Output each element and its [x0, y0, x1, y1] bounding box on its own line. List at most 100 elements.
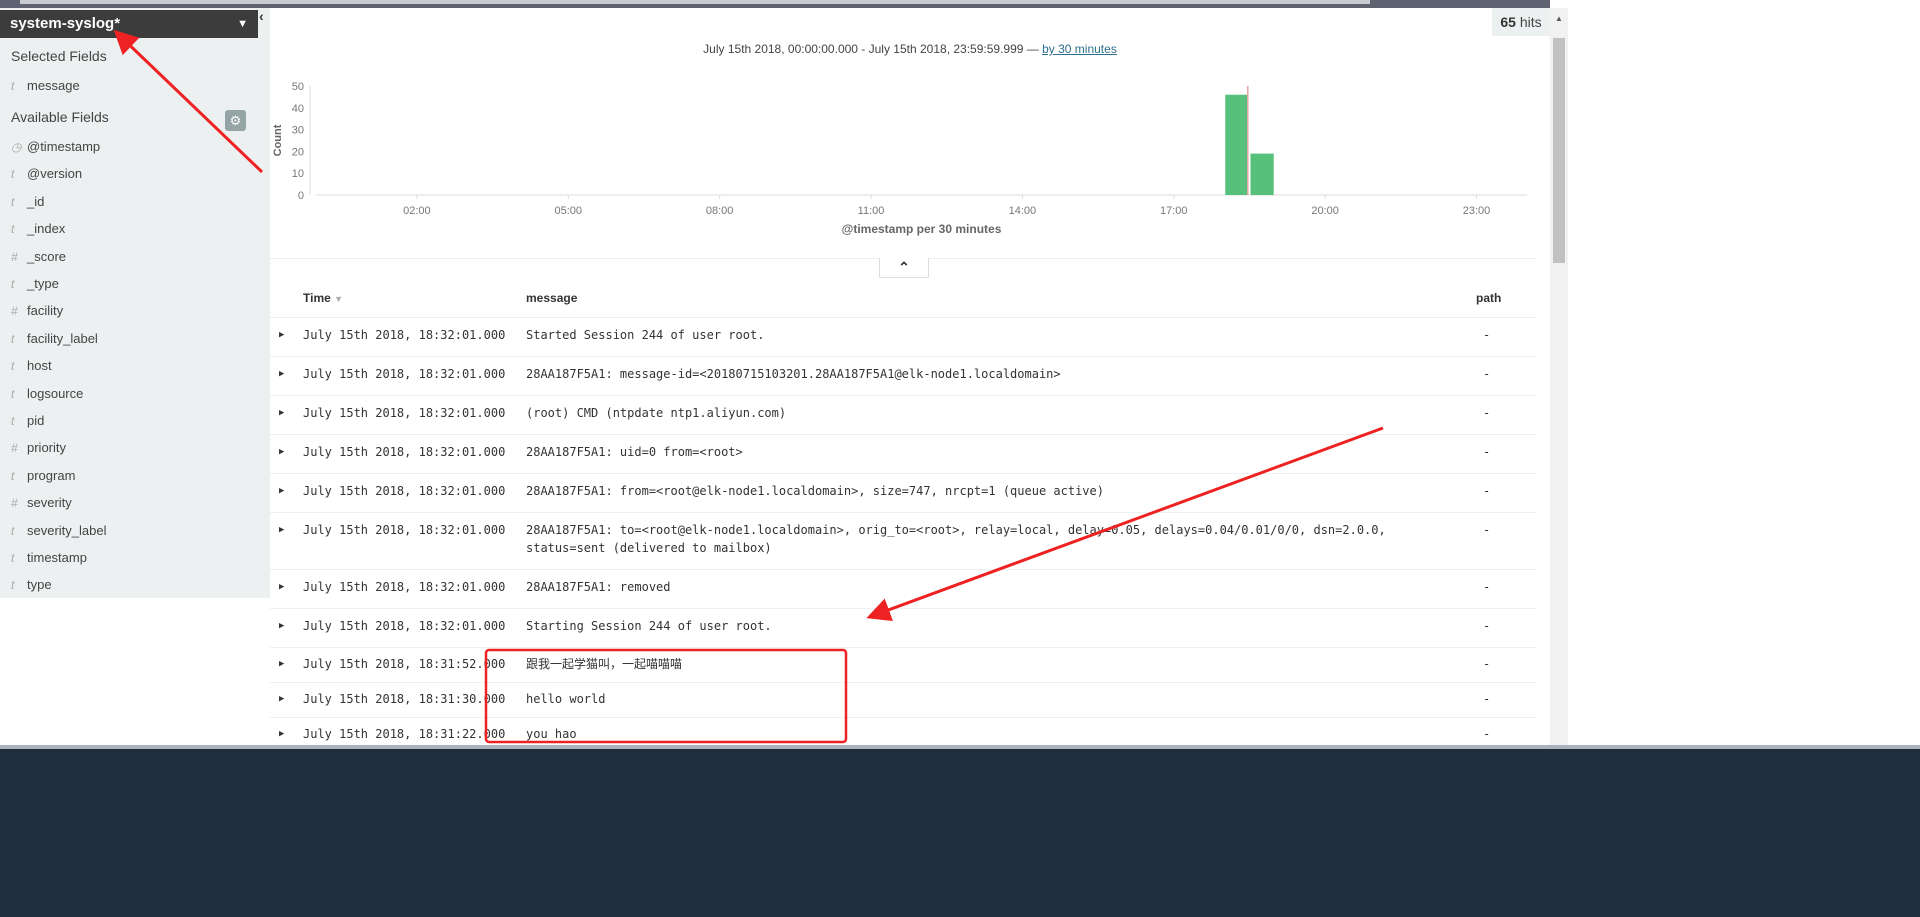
- table-row[interactable]: ▶ July 15th 2018, 18:32:01.000 28AA187F5…: [270, 473, 1536, 512]
- row-path: -: [1483, 523, 1491, 537]
- table-row[interactable]: ▶ July 15th 2018, 18:31:52.000 跟我一起学猫叫，一…: [270, 647, 1536, 682]
- field-type[interactable]: t _type: [11, 274, 59, 294]
- row-path: -: [1483, 580, 1491, 594]
- field-severity[interactable]: # severity: [11, 493, 72, 513]
- selected-fields-title: Selected Fields: [11, 48, 107, 64]
- number-type-icon: #: [11, 441, 18, 456]
- field-host[interactable]: t host: [11, 356, 52, 376]
- row-time: July 15th 2018, 18:32:01.000: [303, 484, 506, 498]
- field-score[interactable]: # _score: [11, 247, 66, 267]
- field-message[interactable]: t message: [11, 76, 80, 96]
- gear-icon[interactable]: ⚙: [225, 110, 246, 131]
- x-tick-label: 23:00: [1463, 205, 1491, 217]
- table-row[interactable]: ▶ July 15th 2018, 18:32:01.000 28AA187F5…: [270, 512, 1536, 569]
- y-tick-label: 0: [298, 190, 304, 202]
- row-message: you hao: [526, 727, 577, 741]
- expand-row-icon[interactable]: ▶: [279, 621, 284, 631]
- y-tick-label: 30: [292, 125, 304, 137]
- scrollbar[interactable]: ▲: [1550, 8, 1568, 745]
- table-row[interactable]: ▶ July 15th 2018, 18:32:01.000 Starting …: [270, 608, 1536, 647]
- column-header-time[interactable]: Time ▼: [303, 291, 343, 305]
- field-name: facility_label: [27, 330, 98, 346]
- table-row[interactable]: ▶ July 15th 2018, 18:32:01.000 28AA187F5…: [270, 569, 1536, 608]
- interval-link[interactable]: by 30 minutes: [1042, 42, 1117, 56]
- scrollbar-thumb[interactable]: [1553, 38, 1565, 263]
- string-type-icon: t: [11, 167, 15, 182]
- row-time: July 15th 2018, 18:32:01.000: [303, 367, 506, 381]
- string-type-icon: t: [11, 222, 15, 237]
- x-tick-label: 08:00: [706, 205, 734, 217]
- string-type-icon: t: [11, 414, 15, 428]
- expand-row-icon[interactable]: ▶: [279, 525, 284, 535]
- field-priority[interactable]: # priority: [11, 438, 66, 458]
- expand-row-icon[interactable]: ▶: [279, 659, 284, 669]
- row-path: -: [1483, 445, 1491, 459]
- field-name: timestamp: [27, 550, 87, 565]
- row-message: 28AA187F5A1: uid=0 from=<root>: [526, 445, 743, 459]
- field-version[interactable]: t @version: [11, 164, 82, 184]
- row-time: July 15th 2018, 18:32:01.000: [303, 406, 506, 420]
- column-header-message[interactable]: message: [526, 291, 577, 305]
- number-type-icon: #: [11, 249, 18, 264]
- string-type-icon: t: [11, 359, 15, 374]
- field-pid[interactable]: t pid: [11, 411, 44, 431]
- histogram-chart: 0 10 20 30 40 50 02:00 05:00 08:00 11:00 14:00 17:0…: [272, 81, 1527, 236]
- histogram-bar: [1225, 94, 1249, 195]
- table-row[interactable]: ▶ July 15th 2018, 18:31:30.000 hello wor…: [270, 682, 1536, 717]
- field-index[interactable]: t _index: [11, 219, 65, 239]
- table-row[interactable]: ▶ July 15th 2018, 18:32:01.000 (root) CM…: [270, 395, 1536, 434]
- expand-row-icon[interactable]: ▶: [279, 486, 284, 496]
- hits-number: 65: [1500, 14, 1516, 30]
- field-id[interactable]: t _id: [11, 192, 44, 212]
- column-header-path[interactable]: path: [1476, 291, 1501, 305]
- table-row[interactable]: ▶ July 15th 2018, 18:32:01.000 28AA187F5…: [270, 434, 1536, 473]
- field-timestamp[interactable]: t timestamp: [11, 548, 87, 568]
- field-sidebar: system-syslog* ▼ Selected Fields Availab…: [0, 8, 270, 598]
- field-program[interactable]: t program: [11, 466, 75, 486]
- y-axis-label: Count: [272, 124, 284, 156]
- field-facility[interactable]: # facility: [11, 301, 63, 321]
- caret-down-icon: ▼: [237, 18, 248, 30]
- field-name: type: [27, 577, 52, 593]
- expand-row-icon[interactable]: ▶: [279, 330, 284, 340]
- field-timestamp[interactable]: ◷ @timestamp: [11, 137, 100, 157]
- x-tick-label: 05:00: [555, 205, 583, 217]
- time-header-label: Time: [303, 291, 331, 305]
- hits-count: 65 hits: [1492, 8, 1550, 36]
- expand-row-icon[interactable]: ▶: [279, 447, 284, 457]
- row-message: 28AA187F5A1: to=<root@elk-node1.localdom…: [526, 523, 1386, 555]
- expand-row-icon[interactable]: ▶: [279, 694, 284, 704]
- collapse-sidebar-icon[interactable]: ‹: [259, 8, 270, 24]
- table-row[interactable]: ▶ July 15th 2018, 18:32:01.000 Started S…: [270, 317, 1536, 356]
- row-time: July 15th 2018, 18:32:01.000: [303, 619, 506, 633]
- field-type[interactable]: t type: [11, 575, 52, 595]
- field-severitylabel[interactable]: t severity_label: [11, 521, 107, 541]
- x-axis-label: @timestamp per 30 minutes: [842, 222, 1002, 236]
- browser-top-strip: [0, 0, 1550, 8]
- index-pattern-selector[interactable]: system-syslog* ▼: [0, 10, 258, 38]
- string-type-icon: t: [11, 386, 15, 401]
- expand-row-icon[interactable]: ▶: [279, 369, 284, 379]
- index-pattern-name: system-syslog*: [10, 15, 121, 32]
- row-path: -: [1483, 367, 1491, 381]
- os-taskbar: [0, 745, 1920, 917]
- expand-row-icon[interactable]: ▶: [279, 729, 284, 739]
- number-type-icon: #: [11, 304, 18, 319]
- field-logsource[interactable]: t logsource: [11, 384, 83, 404]
- field-facilitylabel[interactable]: t facility_label: [11, 329, 98, 349]
- string-type-icon: t: [11, 578, 15, 593]
- string-type-icon: t: [11, 277, 15, 291]
- histogram-bar: [1250, 153, 1274, 195]
- field-name: priority: [27, 440, 67, 456]
- row-message: Starting Session 244 of user root.: [526, 619, 772, 633]
- row-message: 28AA187F5A1: from=<root@elk-node1.locald…: [526, 484, 1104, 498]
- table-row[interactable]: ▶ July 15th 2018, 18:32:01.000 28AA187F5…: [270, 356, 1536, 395]
- sort-down-icon[interactable]: ▼: [334, 294, 343, 304]
- field-name: _id: [27, 193, 45, 209]
- collapse-chart-button[interactable]: ⌃: [879, 258, 929, 278]
- expand-row-icon[interactable]: ▶: [279, 582, 284, 592]
- row-path: -: [1483, 727, 1491, 741]
- string-type-icon: t: [11, 468, 15, 483]
- expand-row-icon[interactable]: ▶: [279, 408, 284, 418]
- string-type-icon: t: [11, 331, 15, 346]
